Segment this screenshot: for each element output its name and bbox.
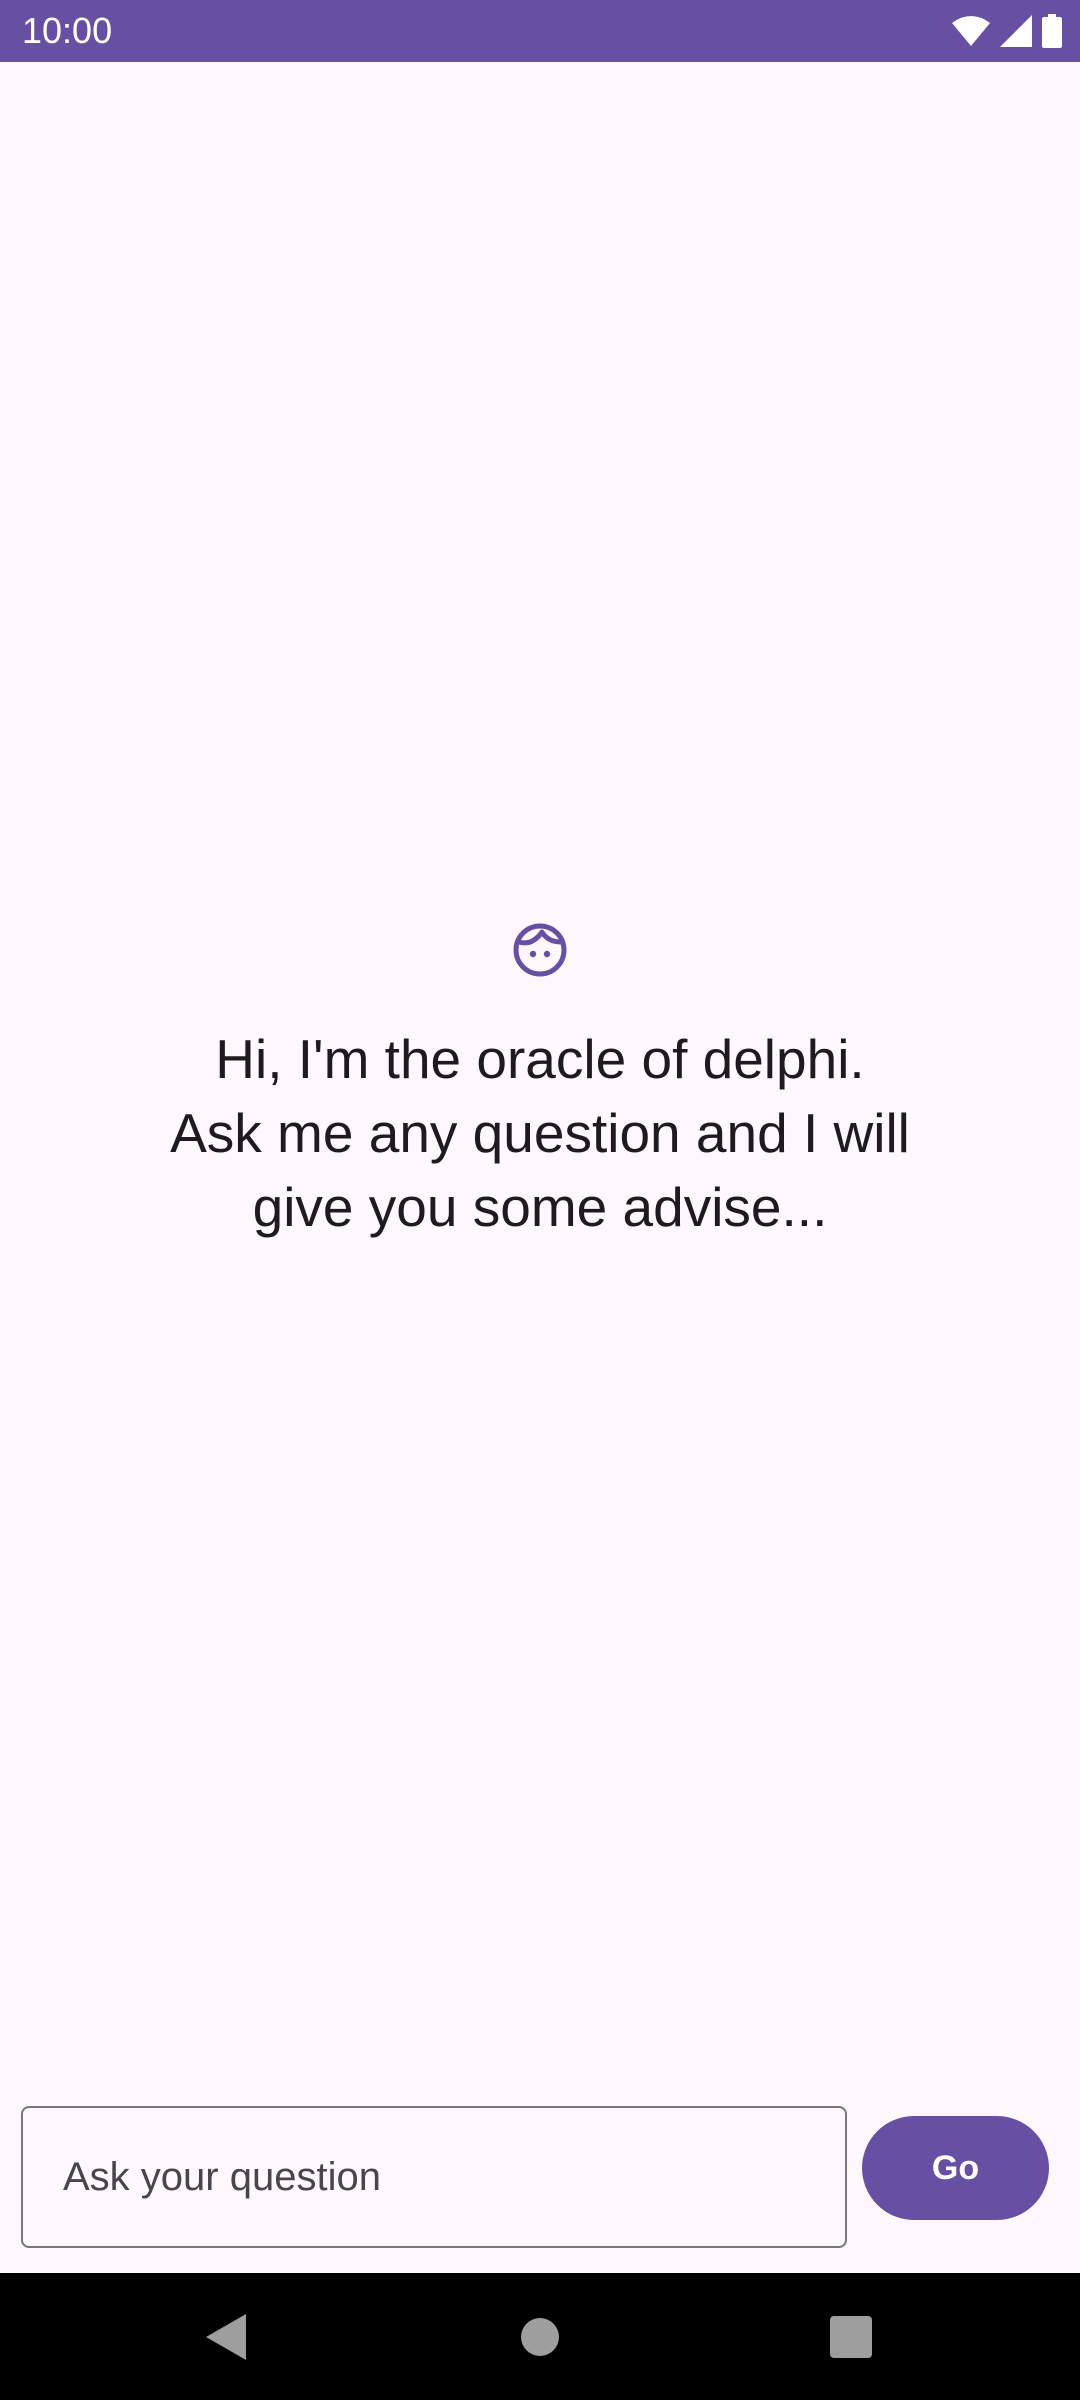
status-icons bbox=[952, 12, 1062, 50]
go-button[interactable]: Go bbox=[862, 2116, 1049, 2220]
cellular-signal-icon bbox=[1000, 15, 1032, 47]
navigation-bar bbox=[0, 2273, 1080, 2400]
oracle-intro: Hi, I'm the oracle of delphi. Ask me any… bbox=[0, 920, 1080, 1244]
greeting-text: Hi, I'm the oracle of delphi. Ask me any… bbox=[170, 1028, 910, 1238]
question-input[interactable] bbox=[63, 2108, 823, 2246]
wifi-icon bbox=[952, 16, 990, 46]
nav-home-button[interactable] bbox=[480, 2273, 600, 2400]
question-field[interactable] bbox=[21, 2106, 847, 2248]
back-icon bbox=[206, 2313, 246, 2360]
battery-icon bbox=[1042, 14, 1062, 48]
face-icon bbox=[513, 923, 567, 977]
nav-recents-button[interactable] bbox=[791, 2273, 911, 2400]
nav-back-button[interactable] bbox=[166, 2273, 286, 2400]
status-time: 10:00 bbox=[22, 10, 113, 51]
status-bar: 10:00 bbox=[0, 0, 1080, 62]
question-row: Go bbox=[21, 2106, 1049, 2252]
home-icon bbox=[521, 2317, 559, 2356]
app-screen: 10:00 Hi, I'm the oracle of delphi. Ask … bbox=[0, 0, 1080, 2400]
recents-icon bbox=[830, 2315, 872, 2358]
